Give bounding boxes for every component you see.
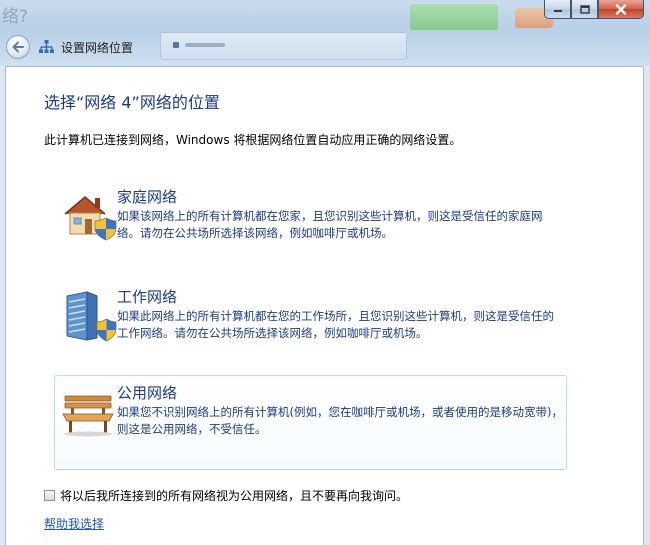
back-arrow-icon xyxy=(12,41,24,53)
background-tab-dot xyxy=(173,42,179,48)
window-title: 设置网络位置 xyxy=(61,40,134,55)
page-description: 此计算机已连接到网络，Windows 将根据网络位置自动应用正确的网络设置。 xyxy=(44,133,462,147)
background-window-button xyxy=(410,4,498,30)
background-window-tab xyxy=(160,32,407,60)
option-title: 公用网络 xyxy=(117,384,178,402)
park-bench-icon xyxy=(61,384,117,440)
maximize-icon xyxy=(579,4,590,14)
close-button[interactable] xyxy=(598,0,644,19)
option-public-network[interactable]: 公用网络 如果您不识别网络上的所有计算机(例如，您在咖啡厅或机场，或者使用的是移… xyxy=(54,375,567,470)
back-button[interactable] xyxy=(6,35,30,59)
network-icon xyxy=(38,39,55,55)
option-description: 如果该网络上的所有计算机都在您家，且您识别这些计算机，则这是受信任的家庭网络。请… xyxy=(117,209,543,240)
page-heading: 选择“网络 4”网络的位置 xyxy=(44,93,220,112)
minimize-button[interactable] xyxy=(544,0,571,19)
content-pane: 选择“网络 4”网络的位置 此计算机已连接到网络，Windows 将根据网络位置… xyxy=(5,66,644,545)
checkbox-label: 将以后我所连接到的所有网络视为公用网络，且不要再向我询问。 xyxy=(60,489,409,503)
minimize-icon xyxy=(553,10,562,12)
option-work-network[interactable]: 工作网络 如果此网络上的所有计算机都在您的工作场所，且您识别这些计算机，则这是受… xyxy=(54,279,567,374)
option-title: 工作网络 xyxy=(117,288,178,306)
house-shield-icon xyxy=(61,188,117,244)
window-controls xyxy=(544,0,644,20)
option-title: 家庭网络 xyxy=(117,188,178,206)
background-tab-line xyxy=(185,43,225,47)
office-building-shield-icon xyxy=(61,288,117,344)
option-home-network[interactable]: 家庭网络 如果该网络上的所有计算机都在您家，且您识别这些计算机，则这是受信任的家… xyxy=(54,179,567,274)
option-description: 如果您不识别网络上的所有计算机(例如，您在咖啡厅或机场，或者使用的是移动宽带)，… xyxy=(117,405,563,436)
navigation-row: 设置网络位置 xyxy=(0,30,650,64)
help-me-choose-link[interactable]: 帮助我选择 xyxy=(44,515,104,532)
treat-all-as-public-row[interactable]: 将以后我所连接到的所有网络视为公用网络，且不要再向我询问。 xyxy=(44,487,408,504)
treat-all-as-public-checkbox[interactable] xyxy=(44,490,55,501)
title-bar: 络? 设置网络位置 xyxy=(0,0,650,66)
close-icon xyxy=(615,3,627,15)
maximize-button[interactable] xyxy=(571,0,598,19)
background-window-text: 络? xyxy=(2,7,29,27)
option-description: 如果此网络上的所有计算机都在您的工作场所，且您识别这些计算机，则这是受信任的工作… xyxy=(117,309,554,340)
